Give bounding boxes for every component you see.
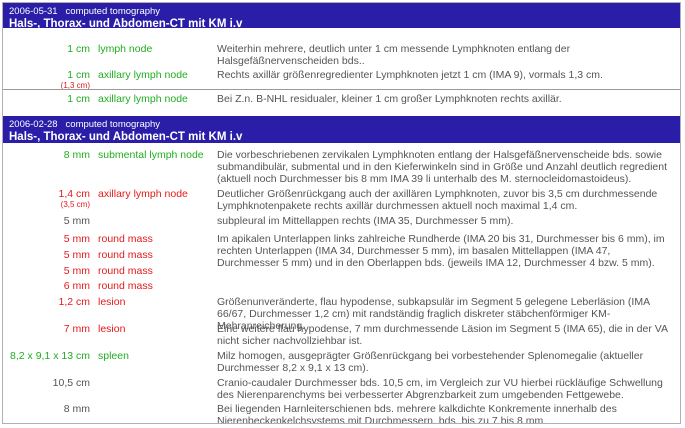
study-date: 2006-05-31	[9, 6, 58, 17]
finding-description: Milz homogen, ausgeprägter Größenrückgan…	[217, 350, 644, 374]
finding-size-value: 1 cm	[67, 69, 90, 81]
finding-row: 8,2 x 9,1 x 13 cm spleen Milz homogen, a…	[3, 350, 680, 374]
finding-description: Weiterhin mehrere, deutlich unter 1 cm m…	[217, 43, 571, 67]
finding-row: 5 mm subpleural im Mittellappen rechts (…	[3, 215, 680, 227]
finding-label: axillary lymph node	[98, 69, 188, 81]
finding-row: 1,2 cm lesion Größenunveränderte, flau h…	[3, 296, 680, 332]
finding-size: 10,5 cm	[52, 377, 90, 389]
finding-size: 5 mm	[63, 265, 90, 277]
finding-size: 1 cm (1,3 cm)	[3, 69, 90, 90]
finding-description: Deutlicher Größenrückgang auch der axill…	[217, 188, 658, 212]
finding-label: submental lymph node	[98, 149, 204, 161]
finding-row: 6 mm round mass	[3, 280, 680, 292]
finding-description: subpleural im Mittellappen rechts (IMA 3…	[217, 215, 514, 227]
finding-size: 1 cm	[67, 43, 90, 55]
finding-size-value: 1,4 cm	[58, 188, 90, 200]
finding-description: Die vorbeschriebenen zervikalen Lymphkno…	[217, 149, 668, 185]
finding-label: axillary lymph node	[98, 93, 188, 105]
finding-label: axillary lymph node	[98, 188, 188, 200]
finding-size: 8 mm	[63, 149, 90, 161]
report-frame: 2006-05-31 computed tomography Hals-, Th…	[2, 2, 681, 424]
study-meta: 2006-02-28 computed tomography	[9, 119, 674, 130]
finding-label: round mass	[98, 249, 153, 261]
finding-label: round mass	[98, 233, 153, 245]
study-modality: computed tomography	[65, 119, 161, 130]
finding-row: 5 mm round mass	[3, 265, 680, 277]
finding-row: 5 mm round mass Im apikalen Unterlappen …	[3, 233, 680, 269]
finding-size: 1 cm	[67, 93, 90, 105]
finding-label: round mass	[98, 265, 153, 277]
finding-label: lesion	[98, 296, 126, 308]
finding-size: 5 mm	[63, 249, 90, 261]
study-meta: 2006-05-31 computed tomography	[9, 6, 674, 17]
finding-description: Cranio-caudaler Durchmesser bds. 10,5 cm…	[217, 377, 663, 401]
finding-size: 8 mm	[63, 403, 90, 415]
finding-row: 7 mm lesion Eine weitere flau hypodense,…	[3, 323, 680, 347]
study-date: 2006-02-28	[9, 119, 58, 130]
finding-size: 5 mm	[63, 233, 90, 245]
finding-row: 8 mm Bei liegenden Harnleiterschienen bd…	[3, 403, 680, 424]
divider	[3, 89, 680, 90]
study-title: Hals-, Thorax- und Abdomen-CT mit KM i.v	[9, 131, 243, 143]
finding-description: Rechts axillär größenregredienter Lymphk…	[217, 69, 603, 81]
finding-label: lesion	[98, 323, 126, 335]
finding-size: 6 mm	[63, 280, 90, 292]
finding-size: 1,4 cm (3,5 cm)	[3, 188, 90, 209]
finding-row: 1,4 cm (3,5 cm) axillary lymph node Deut…	[3, 188, 680, 212]
study-title: Hals-, Thorax- und Abdomen-CT mit KM i.v	[9, 18, 243, 30]
finding-row: 1 cm axillary lymph node Bei Z.n. B-NHL …	[3, 93, 680, 107]
study-header: 2006-05-31 computed tomography Hals-, Th…	[3, 3, 680, 30]
finding-row: 8 mm submental lymph node Die vorbeschri…	[3, 149, 680, 185]
finding-label: spleen	[98, 350, 129, 362]
finding-description: Bei Z.n. B-NHL residualer, kleiner 1 cm …	[217, 93, 562, 105]
finding-description: Bei liegenden Harnleiterschienen bds. me…	[217, 403, 617, 424]
finding-row: 5 mm round mass	[3, 249, 680, 261]
study-modality: computed tomography	[65, 6, 161, 17]
study-header: 2006-02-28 computed tomography Hals-, Th…	[3, 116, 680, 143]
finding-label: round mass	[98, 280, 153, 292]
finding-size: 8,2 x 9,1 x 13 cm	[10, 350, 90, 362]
finding-row: 1 cm lymph node Weiterhin mehrere, deutl…	[3, 43, 680, 69]
finding-size: 7 mm	[63, 323, 90, 335]
finding-description: Eine weitere flau hypodense, 7 mm durchm…	[217, 323, 668, 347]
finding-label: lymph node	[98, 43, 153, 55]
finding-size: 5 mm	[63, 215, 90, 227]
finding-previous-size: (3,5 cm)	[60, 200, 90, 209]
finding-size: 1,2 cm	[58, 296, 90, 308]
finding-row: 1 cm (1,3 cm) axillary lymph node Rechts…	[3, 69, 680, 90]
finding-row: 10,5 cm Cranio-caudaler Durchmesser bds.…	[3, 377, 680, 401]
